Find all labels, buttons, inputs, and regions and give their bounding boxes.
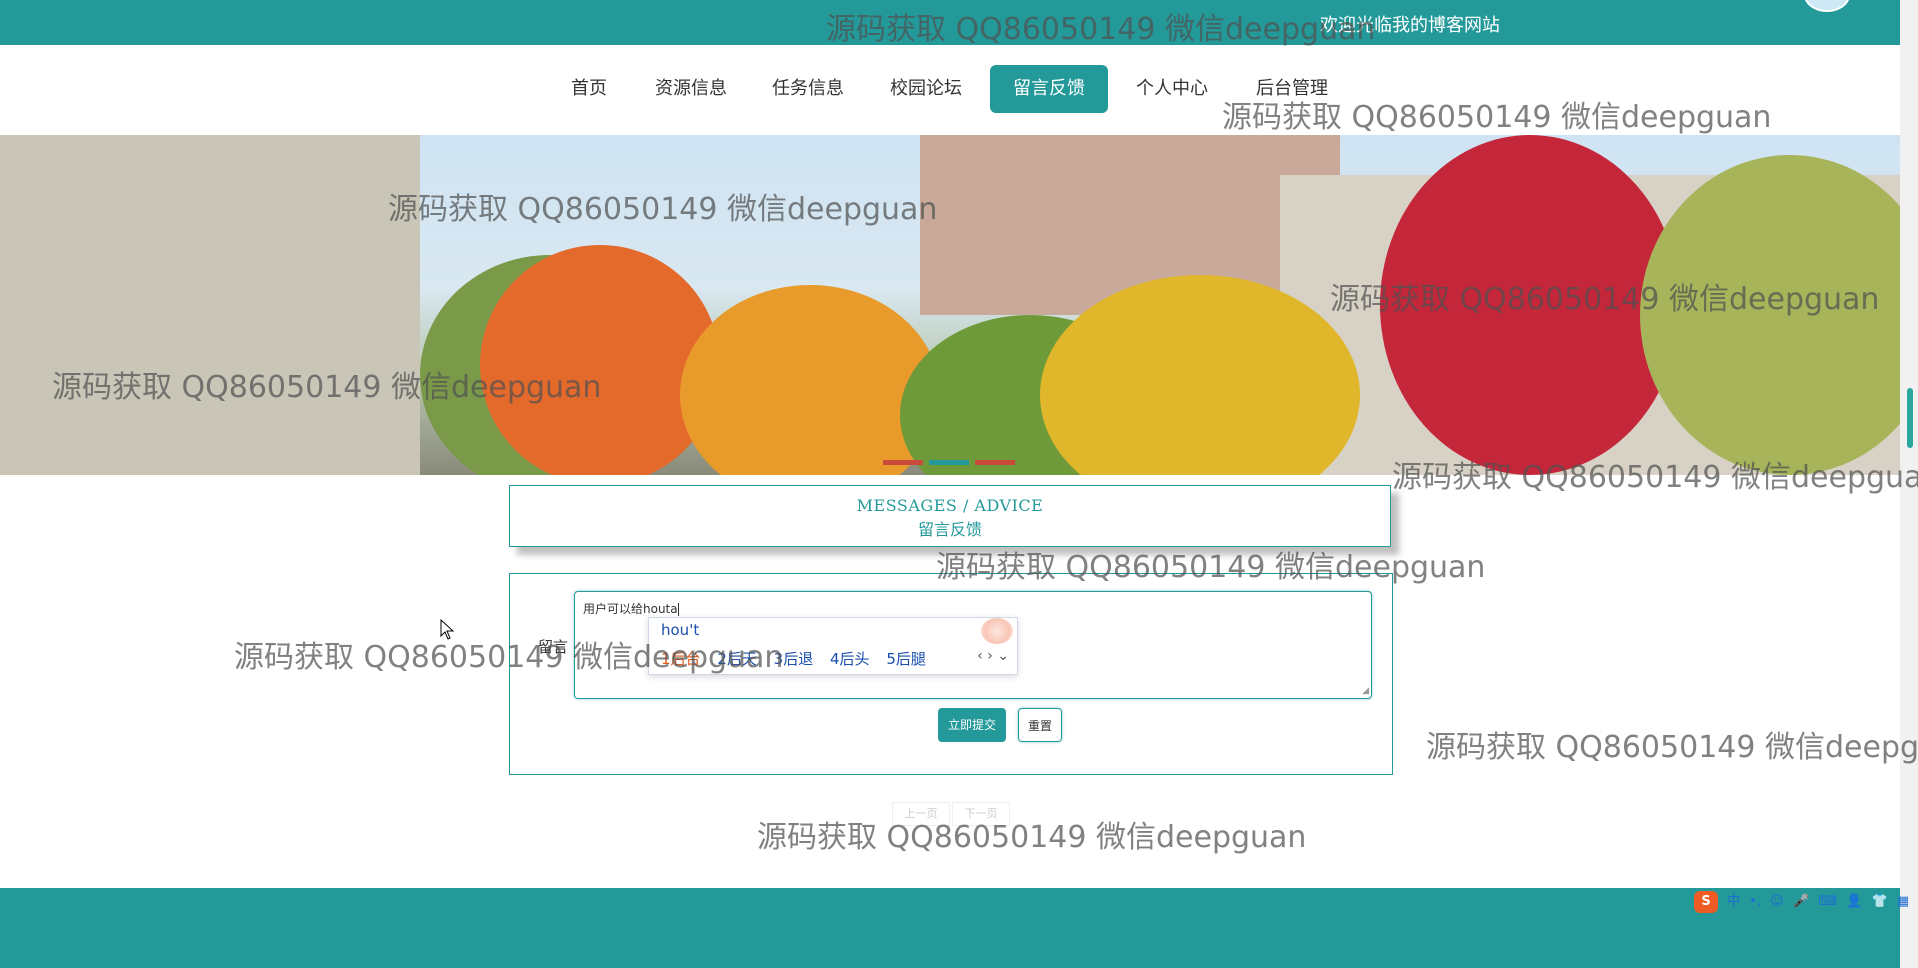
ime-candidates: 1后台 2后天 3后退 4后头 5后腿 xyxy=(661,648,938,669)
tree-2 xyxy=(480,245,720,475)
sogou-icon[interactable]: S xyxy=(1694,891,1718,913)
nav-item-feedback[interactable]: 留言反馈 xyxy=(990,65,1108,113)
nav-item-admin[interactable]: 后台管理 xyxy=(1246,65,1338,113)
section-title-en: MESSAGES / ADVICE xyxy=(856,496,1044,515)
ime-candidate-3[interactable]: 3后退 xyxy=(774,650,814,668)
ime-page-nav[interactable]: ‹ › ⌄ xyxy=(977,648,1009,664)
resize-grip-icon[interactable]: ◢ xyxy=(1362,686,1369,696)
avatar-icon[interactable] xyxy=(1804,0,1850,12)
carousel-dot-1[interactable] xyxy=(883,460,923,465)
carousel-dot-2[interactable] xyxy=(929,460,969,465)
tree-3 xyxy=(680,285,940,475)
ime-composition: hou't xyxy=(661,621,700,639)
section-title-cn: 留言反馈 xyxy=(917,520,982,539)
ime-punct-icon[interactable]: •, xyxy=(1749,894,1761,909)
ime-emoji-icon[interactable]: ☺ xyxy=(1770,894,1784,909)
ime-mic-icon[interactable]: 🎤 xyxy=(1793,894,1809,909)
carousel-dots[interactable] xyxy=(880,450,1018,469)
textarea-value: 用户可以给houta xyxy=(583,602,678,616)
ime-keyboard-icon[interactable]: ⌨ xyxy=(1818,894,1837,909)
ime-lang-toggle[interactable]: 中 xyxy=(1727,894,1740,909)
ime-user-icon[interactable]: 👤 xyxy=(1846,894,1862,909)
main-nav: 首页 资源信息 任务信息 校园论坛 留言反馈 个人中心 后台管理 xyxy=(0,45,1900,135)
reset-button[interactable]: 重置 xyxy=(1018,708,1062,742)
pager-next-button[interactable]: 下一页 xyxy=(952,802,1010,826)
ime-menu-icon[interactable]: ▦ xyxy=(1897,894,1909,909)
nav-item-profile[interactable]: 个人中心 xyxy=(1126,65,1218,113)
top-bar: 欢迎光临我的博客网站 xyxy=(0,0,1900,45)
watermark: 源码获取 QQ86050149 微信deepguan xyxy=(757,820,1307,855)
footer xyxy=(0,888,1918,968)
submit-button[interactable]: 立即提交 xyxy=(938,708,1006,742)
mouse-cursor-icon xyxy=(440,619,454,640)
nav-item-resources[interactable]: 资源信息 xyxy=(645,65,737,113)
left-building xyxy=(0,135,420,475)
ime-status-bar[interactable]: S 中 •, ☺ 🎤 ⌨ 👤 👕 ▦ xyxy=(1694,890,1914,914)
watermark: 源码获取 QQ86050149 微信deepguan xyxy=(1426,730,1918,765)
ime-skin-icon[interactable]: 👕 xyxy=(1872,894,1888,909)
nav-item-home[interactable]: 首页 xyxy=(560,65,618,113)
nav-item-tasks[interactable]: 任务信息 xyxy=(762,65,854,113)
nav-item-forum[interactable]: 校园论坛 xyxy=(880,65,972,113)
sogou-skin-icon xyxy=(981,618,1013,644)
ime-candidate-5[interactable]: 5后腿 xyxy=(886,650,926,668)
tree-6 xyxy=(1380,135,1680,475)
ime-candidate-1[interactable]: 1后台 xyxy=(661,650,701,668)
welcome-text: 欢迎光临我的博客网站 xyxy=(1320,15,1500,36)
text-caret xyxy=(677,603,679,616)
pager-prev-button[interactable]: 上一页 xyxy=(892,802,950,826)
ime-candidate-2[interactable]: 2后天 xyxy=(717,650,757,668)
ime-candidate-4[interactable]: 4后头 xyxy=(830,650,870,668)
ime-candidate-popup: hou't 1后台 2后天 3后退 4后头 5后腿 ‹ › ⌄ xyxy=(648,617,1018,675)
banner-image xyxy=(0,135,1900,475)
message-label: 留言 xyxy=(538,638,569,656)
scrollbar-thumb[interactable] xyxy=(1907,388,1913,448)
section-title: MESSAGES / ADVICE 留言反馈 xyxy=(509,485,1391,547)
carousel-dot-3[interactable] xyxy=(975,460,1015,465)
page-scrollbar[interactable] xyxy=(1900,0,1918,968)
